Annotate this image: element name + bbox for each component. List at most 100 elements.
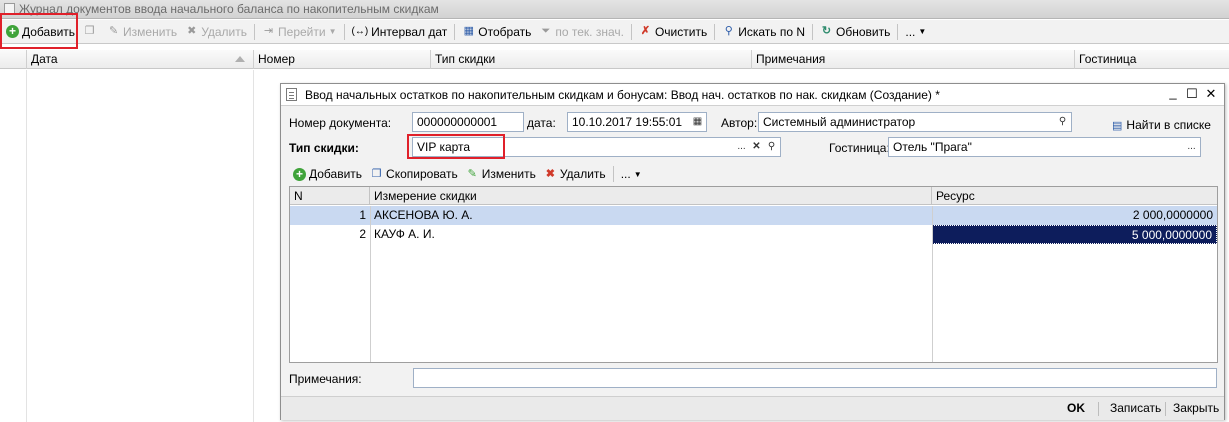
clear-icon[interactable]: ✕ (749, 139, 764, 155)
maximize-icon[interactable]: ☐ (1184, 86, 1200, 102)
journal-window-title: Журнал документов ввода начального балан… (0, 0, 1229, 19)
sort-ascending-icon (235, 56, 245, 62)
grid-column-line (26, 70, 27, 422)
table-column-line (370, 206, 371, 362)
document-icon (286, 88, 297, 101)
discount-type-field[interactable]: VIP карта ... ✕ ⚲ (412, 137, 781, 157)
dialog-title-text: Ввод начальных остатков по накопительным… (305, 88, 940, 102)
toolbar-divider (612, 166, 614, 182)
find-in-list-button[interactable]: ▤ Найти в списке (1112, 118, 1211, 132)
row-number: 1 (359, 208, 366, 222)
toolbar-divider (454, 23, 456, 40)
date-interval-icon: (↔) (351, 26, 369, 37)
journal-title-text: Журнал документов ввода начального балан… (19, 2, 439, 16)
add-button[interactable]: + Добавить (2, 22, 79, 42)
journal-grid-header: Дата Номер Тип скидки Примечания Гостини… (0, 50, 1229, 69)
column-header-hotel[interactable]: Гостиница (1074, 50, 1229, 69)
hotel-label: Гостиница: (829, 141, 890, 155)
toolbar-divider (897, 23, 899, 40)
copy-button[interactable]: ❐ (79, 22, 103, 42)
pencil-icon: ✎ (108, 25, 119, 37)
grid-column-line (253, 70, 254, 422)
doc-number-field[interactable]: 000000000001 (412, 112, 524, 132)
toolbar-divider (254, 23, 256, 40)
plus-circle-icon: + (293, 167, 306, 181)
search-by-number-button[interactable]: ⚲ Искать по N (718, 22, 809, 42)
copy-icon: ❐ (371, 167, 382, 180)
notes-label: Примечания: (289, 372, 362, 386)
select-button[interactable]: ▦ Отобрать (458, 22, 535, 42)
delete-icon: ✖ (187, 25, 197, 37)
close-icon[interactable]: ✕ (1203, 86, 1219, 102)
chevron-down-icon: ▼ (633, 169, 642, 179)
dimension-cell[interactable]: АКСЕНОВА Ю. А. (370, 206, 932, 225)
date-interval-button[interactable]: (↔) Интервал дат (348, 22, 452, 42)
hotel-field[interactable]: Отель "Прага" ... (888, 137, 1201, 157)
balances-table[interactable]: N Измерение скидки Ресурс 1 АКСЕНОВА Ю. … (289, 186, 1218, 363)
calendar-icon[interactable]: ▦ (690, 114, 705, 130)
close-button[interactable]: Закрыть (1173, 401, 1219, 415)
search-icon[interactable]: ⚲ (1055, 114, 1070, 130)
date-field[interactable]: 10.10.2017 19:55:01 ▦ (567, 112, 707, 132)
filter-by-current-value-button[interactable]: ⏷ по тек. знач. (535, 22, 628, 42)
journal-toolbar: + Добавить ❐ ✎ Изменить ✖ Удалить ⇥ Перейти ▼… (0, 20, 1229, 44)
author-field[interactable]: Системный администратор ⚲ (758, 112, 1072, 132)
table-copy-button[interactable]: ❐ Скопировать (366, 164, 462, 184)
refresh-button[interactable]: ↻ Обновить (816, 22, 894, 42)
dimension-cell[interactable]: КАУФ А. И. (370, 225, 932, 244)
table-edit-button[interactable]: ✎ Изменить (462, 164, 540, 184)
more-actions-button[interactable]: ... ▼ (901, 22, 930, 42)
chevron-down-icon: ▼ (328, 27, 337, 36)
table-row[interactable]: 2 КАУФ А. И. 5 000,0000000 (290, 225, 1217, 244)
document-icon (4, 3, 15, 15)
doc-number-label: Номер документа: (289, 116, 392, 130)
column-header-n[interactable]: N (290, 187, 370, 205)
resource-cell-selected[interactable]: 5 000,0000000 (932, 225, 1217, 244)
table-column-line (932, 206, 933, 362)
table-delete-button[interactable]: ✖ Удалить (540, 164, 610, 184)
search-icon: ⚲ (724, 25, 733, 37)
notes-field[interactable] (413, 368, 1217, 388)
table-row[interactable]: 1 АКСЕНОВА Ю. А. 2 000,0000000 (290, 206, 1217, 225)
column-header-number[interactable]: Номер (253, 50, 430, 69)
select-ellipsis-icon[interactable]: ... (734, 139, 749, 155)
row-number: 2 (359, 227, 366, 241)
column-header-dimension[interactable]: Измерение скидки (370, 187, 932, 205)
ok-button[interactable]: OK (1067, 401, 1085, 415)
row-marker-header (0, 50, 26, 69)
table-toolbar: + Добавить ❐ Скопировать ✎ Изменить ✖ Удалит… (289, 163, 646, 185)
footer-divider (1098, 402, 1099, 416)
dialog-footer: OK Записать Закрыть (281, 396, 1224, 420)
resource-cell[interactable]: 2 000,0000000 (932, 206, 1217, 225)
column-header-resource[interactable]: Ресурс (932, 187, 1217, 205)
minimize-icon[interactable]: _ (1165, 85, 1181, 100)
goto-button[interactable]: ⇥ Перейти ▼ (258, 22, 340, 42)
table-add-button[interactable]: + Добавить (289, 164, 366, 184)
clear-filter-icon: ✗ (640, 25, 651, 37)
clear-filter-button[interactable]: ✗ Очистить (635, 22, 711, 42)
filter-icon: ▦ (463, 25, 474, 37)
column-header-date[interactable]: Дата (26, 50, 253, 69)
save-button[interactable]: Записать (1110, 401, 1161, 415)
dialog-title-bar: Ввод начальных остатков по накопительным… (281, 84, 1224, 106)
table-more-button[interactable]: ... ▼ (617, 164, 646, 184)
column-header-notes[interactable]: Примечания (751, 50, 1074, 69)
toolbar-divider (812, 23, 814, 40)
refresh-icon: ↻ (821, 25, 832, 37)
edit-button[interactable]: ✎ Изменить (103, 22, 181, 42)
date-label: дата: (527, 116, 556, 130)
author-label: Автор: (721, 116, 758, 130)
select-ellipsis-icon[interactable]: ... (1184, 139, 1199, 155)
search-icon[interactable]: ⚲ (764, 139, 779, 155)
toolbar-divider (714, 23, 716, 40)
column-header-discount-type[interactable]: Тип скидки (430, 50, 751, 69)
goto-arrow-icon: ⇥ (263, 25, 274, 37)
delete-button[interactable]: ✖ Удалить (181, 22, 251, 42)
toolbar-divider (343, 23, 345, 40)
toolbar-divider (630, 23, 632, 40)
pencil-icon: ✎ (467, 167, 477, 180)
delete-icon: ✖ (545, 167, 555, 180)
funnel-icon: ⏷ (541, 25, 551, 37)
opening-balance-dialog: Ввод начальных остатков по накопительным… (280, 83, 1225, 420)
footer-divider (1165, 402, 1166, 416)
